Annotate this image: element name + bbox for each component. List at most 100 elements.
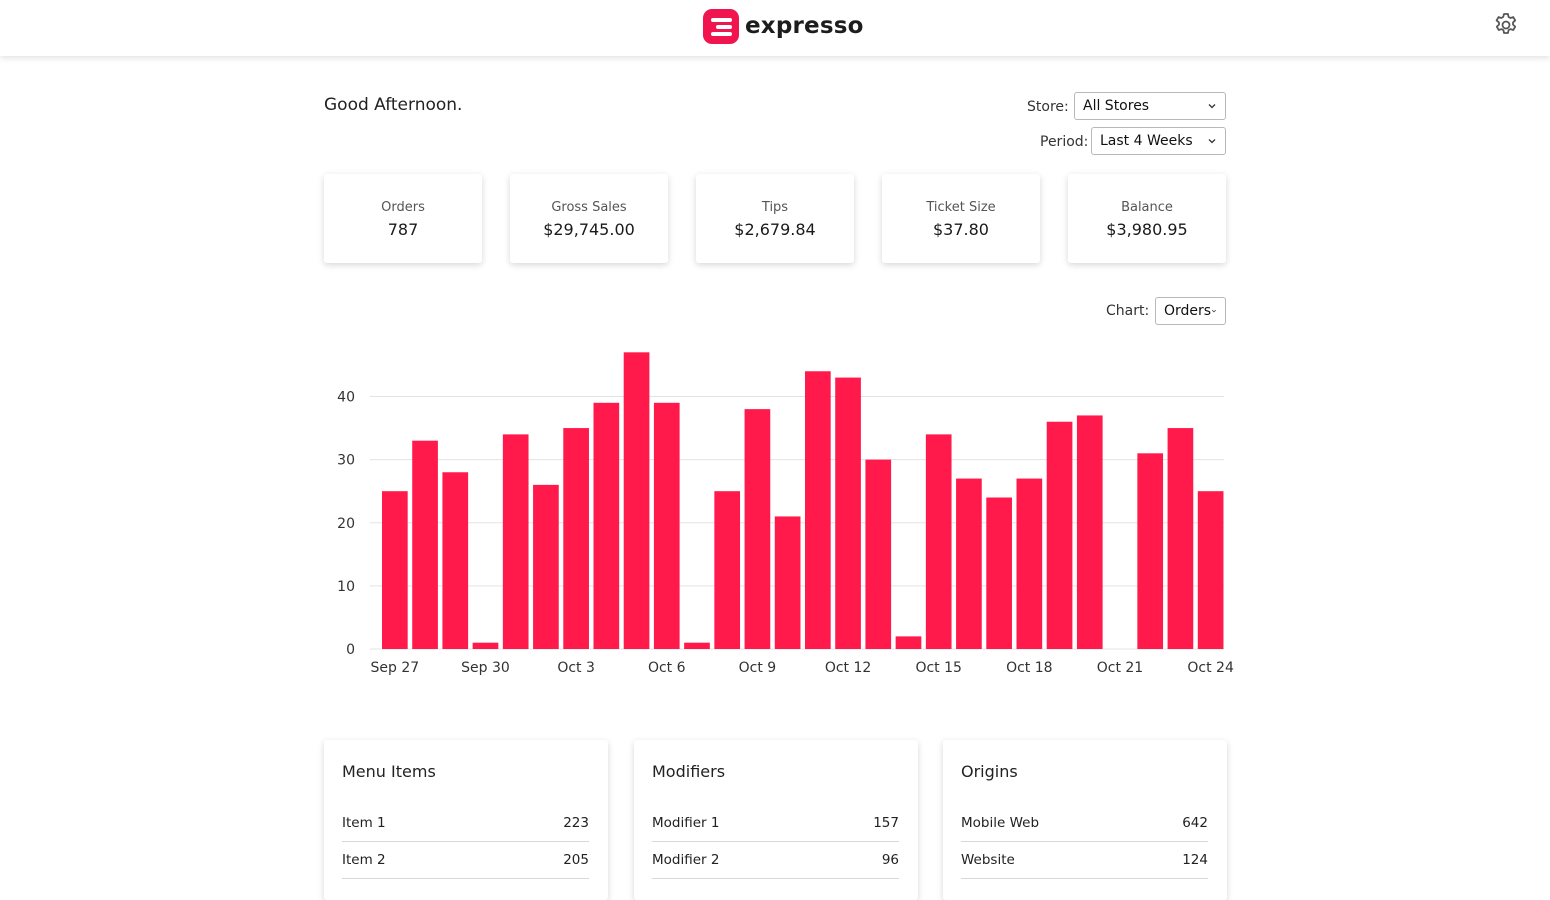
greeting-text: Good Afternoon.: [324, 95, 463, 115]
bar: [563, 428, 589, 649]
bar: [1046, 421, 1073, 649]
bar: [744, 409, 771, 649]
panel-title: Origins: [961, 762, 1018, 781]
x-tick-label: Oct 18: [1006, 660, 1052, 676]
y-tick-label: 40: [337, 390, 355, 406]
list-item-name: Modifier 1: [652, 815, 720, 831]
bar: [835, 377, 861, 649]
kpi-value: $37.80: [933, 220, 989, 239]
kpi-card-tips: Tips $2,679.84: [696, 174, 854, 263]
kpi-value: 787: [387, 220, 419, 239]
kpi-label: Balance: [1121, 200, 1173, 215]
bar: [1076, 415, 1103, 649]
chevron-down-icon: [1208, 104, 1216, 109]
kpi-value: $2,679.84: [734, 220, 816, 239]
kpi-label: Gross Sales: [551, 200, 627, 215]
bar: [865, 459, 892, 649]
top-bar: expresso: [0, 0, 1550, 56]
bar: [472, 642, 499, 649]
bar: [986, 497, 1012, 649]
store-select[interactable]: All Stores: [1074, 92, 1226, 120]
y-tick-label: 0: [346, 642, 355, 658]
x-tick-label: Oct 3: [557, 660, 595, 676]
list-item-value: 642: [1182, 815, 1208, 831]
list-item[interactable]: Item 1 223: [342, 805, 589, 842]
kpi-label: Ticket Size: [926, 200, 996, 215]
kpi-card-gross-sales: Gross Sales $29,745.00: [510, 174, 668, 263]
bar: [442, 472, 469, 649]
bar: [895, 636, 922, 649]
list-item-name: Mobile Web: [961, 815, 1040, 831]
list-item-value: 157: [873, 815, 899, 831]
brand-name: expresso: [745, 13, 864, 39]
kpi-label: Tips: [761, 200, 789, 215]
bar: [1016, 478, 1043, 649]
y-tick-label: 10: [337, 579, 355, 595]
bar: [714, 491, 741, 649]
y-tick-label: 20: [337, 516, 355, 532]
x-tick-label: Oct 21: [1097, 660, 1143, 676]
list-item-name: Modifier 2: [652, 852, 720, 868]
period-select-value: Last 4 Weeks: [1100, 133, 1193, 149]
list-item[interactable]: Modifier 2 96: [652, 842, 899, 879]
bar: [684, 642, 710, 649]
bar: [653, 402, 680, 649]
list-item[interactable]: Modifier 1 157: [652, 805, 899, 842]
store-select-value: All Stores: [1083, 98, 1150, 114]
list-item-value: 205: [563, 852, 589, 868]
list-item-value: 223: [563, 815, 589, 831]
list-item[interactable]: Mobile Web 642: [961, 805, 1208, 842]
orders-bar-chart: 0 10 20 30 40 Sep 27 Sep 30 Oct 3 Oct 6 Oct 9 Oct …: [337, 352, 1234, 676]
bar: [412, 440, 438, 649]
bar: [1137, 453, 1164, 649]
store-label: Store:: [1027, 99, 1069, 115]
period-select[interactable]: Last 4 Weeks: [1091, 127, 1226, 155]
x-tick-label: Oct 15: [915, 660, 961, 676]
panel-title: Modifiers: [652, 762, 726, 781]
list-item-name: Website: [961, 852, 1015, 868]
panel-origins: Origins Mobile Web 642 Website 124: [943, 740, 1227, 900]
panel-title: Menu Items: [342, 762, 436, 781]
bar: [925, 434, 952, 649]
x-tick-label: Oct 6: [648, 660, 686, 676]
kpi-value: $29,745.00: [543, 220, 635, 239]
bar: [502, 434, 529, 649]
bar: [805, 371, 831, 649]
chart-label: Chart:: [1106, 303, 1150, 319]
kpi-label: Orders: [381, 200, 425, 215]
bar: [956, 478, 982, 649]
x-tick-label: Sep 27: [371, 660, 420, 676]
brand-logo[interactable]: expresso: [703, 8, 864, 44]
bar: [533, 484, 559, 649]
bar: [593, 402, 620, 649]
chevron-down-icon: [1212, 309, 1217, 313]
kpi-card-orders: Orders 787: [324, 174, 482, 263]
gear-icon[interactable]: [1492, 11, 1520, 39]
list-item-name: Item 1: [342, 815, 386, 831]
x-tick-label: Sep 30: [461, 660, 510, 676]
panel-menu-items: Menu Items Item 1 223 Item 2 205: [324, 740, 608, 900]
bar: [382, 491, 408, 649]
bar: [1197, 491, 1224, 649]
list-item-value: 124: [1182, 852, 1208, 868]
chart-select-value: Orders: [1164, 303, 1212, 319]
period-label: Period:: [1040, 134, 1089, 150]
kpi-value: $3,980.95: [1106, 220, 1188, 239]
expresso-logo-icon: [703, 8, 739, 44]
list-item-name: Item 2: [342, 852, 386, 868]
bar: [774, 516, 801, 649]
list-item-value: 96: [881, 852, 899, 868]
panel-modifiers: Modifiers Modifier 1 157 Modifier 2 96: [634, 740, 918, 900]
kpi-card-balance: Balance $3,980.95: [1068, 174, 1226, 263]
chevron-down-icon: [1208, 139, 1216, 144]
x-tick-label: Oct 12: [825, 660, 871, 676]
y-tick-label: 30: [337, 453, 355, 469]
chart-select[interactable]: Orders: [1155, 297, 1226, 325]
x-tick-label: Oct 9: [739, 660, 777, 676]
bar: [623, 352, 650, 649]
list-item[interactable]: Website 124: [961, 842, 1208, 879]
list-item[interactable]: Item 2 205: [342, 842, 589, 879]
bar: [1167, 428, 1194, 649]
orders-chart: 0 10 20 30 40 Sep 27 Sep 30 Oct 3 Oct 6 Oct 9 Oct …: [324, 336, 1234, 686]
x-tick-label: Oct 24: [1187, 660, 1234, 676]
